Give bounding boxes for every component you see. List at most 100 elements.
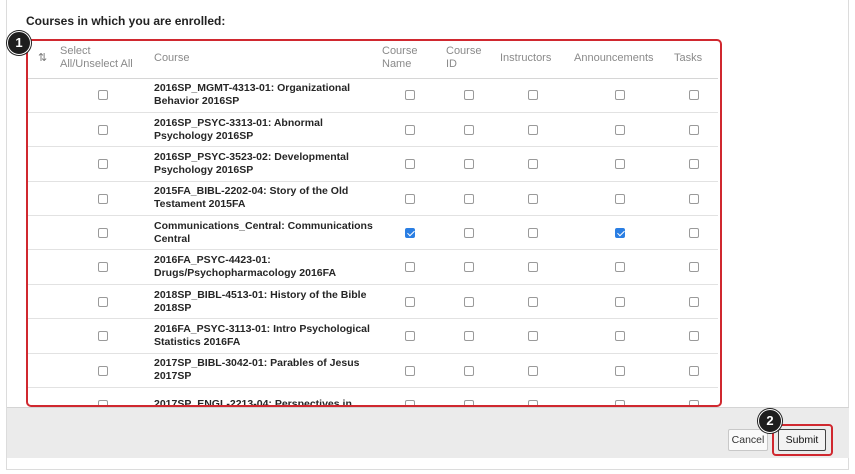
announcements-checkbox[interactable] — [615, 90, 625, 101]
instructors-checkbox[interactable] — [528, 227, 538, 238]
course-id-checkbox[interactable] — [464, 331, 474, 342]
select-checkbox[interactable] — [98, 227, 108, 238]
select-checkbox-cell — [56, 249, 150, 285]
select-checkbox-cell — [56, 318, 150, 354]
course-id-checkbox[interactable] — [464, 90, 474, 101]
instructors-checkbox[interactable] — [528, 331, 538, 342]
submit-button[interactable]: Submit — [778, 429, 826, 451]
cancel-button[interactable]: Cancel — [728, 429, 768, 451]
select-checkbox[interactable] — [98, 296, 108, 307]
course-id-checkbox[interactable] — [464, 227, 474, 238]
table-row: 2016FA_PSYC-3113-01: Intro Psychological… — [28, 318, 718, 354]
course-name-checkbox-cell — [378, 284, 442, 320]
course-name-checkbox[interactable] — [405, 193, 415, 204]
announcements-checkbox[interactable] — [615, 399, 625, 407]
instructors-checkbox[interactable] — [528, 296, 538, 307]
select-checkbox[interactable] — [98, 159, 108, 170]
course-name-checkbox[interactable] — [405, 399, 415, 407]
select-checkbox[interactable] — [98, 262, 108, 273]
course-name-checkbox-cell — [378, 78, 442, 113]
tasks-checkbox[interactable] — [689, 90, 699, 101]
instructors-checkbox-cell — [496, 387, 570, 407]
select-checkbox-cell — [56, 146, 150, 182]
announcements-checkbox[interactable] — [615, 193, 625, 204]
course-name-checkbox-cell — [378, 249, 442, 285]
announcements-checkbox[interactable] — [615, 159, 625, 170]
course-title: 2016FA_PSYC-4423-01: Drugs/Psychopharmac… — [150, 249, 378, 285]
tasks-checkbox[interactable] — [689, 193, 699, 204]
courses-table-container[interactable]: ⇅ Select All/Unselect All Course Course … — [26, 39, 722, 407]
tasks-checkbox[interactable] — [689, 124, 699, 135]
instructors-checkbox[interactable] — [528, 193, 538, 204]
course-title: 2016FA_PSYC-3113-01: Intro Psychological… — [150, 318, 378, 354]
sort-column-header[interactable]: ⇅ — [28, 39, 56, 79]
instructors-checkbox[interactable] — [528, 365, 538, 376]
instructors-checkbox[interactable] — [528, 262, 538, 273]
tasks-checkbox[interactable] — [689, 159, 699, 170]
course-id-checkbox[interactable] — [464, 296, 474, 307]
course-id-checkbox[interactable] — [464, 193, 474, 204]
sort-arrows-icon[interactable]: ⇅ — [32, 52, 47, 64]
course-name-checkbox[interactable] — [405, 159, 415, 170]
table-row: 2016SP_MGMT-4313-01: Organizational Beha… — [28, 78, 718, 113]
announcements-checkbox[interactable] — [615, 262, 625, 273]
select-checkbox[interactable] — [98, 365, 108, 376]
course-name-checkbox[interactable] — [405, 331, 415, 342]
course-name-checkbox[interactable] — [405, 365, 415, 376]
announcements-checkbox-cell — [570, 249, 670, 285]
select-checkbox[interactable] — [98, 124, 108, 135]
course-id-checkbox-cell — [442, 387, 496, 407]
course-title: Communications_Central: Communications C… — [150, 215, 378, 251]
instructors-checkbox[interactable] — [528, 159, 538, 170]
instructors-checkbox[interactable] — [528, 90, 538, 101]
select-all-header[interactable]: Select All/Unselect All — [56, 39, 150, 79]
announcements-checkbox-cell — [570, 181, 670, 217]
announcements-checkbox[interactable] — [615, 124, 625, 135]
announcements-header: Announcements — [570, 39, 670, 79]
announcements-checkbox[interactable] — [615, 296, 625, 307]
tasks-checkbox[interactable] — [689, 399, 699, 407]
row-spacer-cell — [28, 78, 56, 113]
course-id-checkbox[interactable] — [464, 159, 474, 170]
instructors-header: Instructors — [496, 39, 570, 79]
tasks-checkbox[interactable] — [689, 331, 699, 342]
select-checkbox[interactable] — [98, 90, 108, 101]
announcements-checkbox[interactable] — [615, 227, 625, 238]
course-name-checkbox-cell — [378, 318, 442, 354]
row-spacer-cell — [28, 215, 56, 251]
tasks-checkbox[interactable] — [689, 296, 699, 307]
course-id-checkbox[interactable] — [464, 124, 474, 135]
course-id-checkbox[interactable] — [464, 399, 474, 407]
tasks-checkbox[interactable] — [689, 227, 699, 238]
course-id-checkbox[interactable] — [464, 262, 474, 273]
course-id-checkbox-cell — [442, 249, 496, 285]
course-id-checkbox[interactable] — [464, 365, 474, 376]
tasks-checkbox[interactable] — [689, 262, 699, 273]
select-checkbox[interactable] — [98, 331, 108, 342]
select-checkbox[interactable] — [98, 193, 108, 204]
announcements-checkbox-cell — [570, 112, 670, 148]
announcements-checkbox-cell — [570, 215, 670, 251]
course-id-checkbox-cell — [442, 353, 496, 389]
tasks-checkbox[interactable] — [689, 365, 699, 376]
select-checkbox-cell — [56, 284, 150, 320]
course-name-checkbox[interactable] — [405, 296, 415, 307]
announcements-checkbox[interactable] — [615, 331, 625, 342]
course-name-checkbox[interactable] — [405, 262, 415, 273]
tasks-checkbox-cell — [670, 112, 718, 148]
select-checkbox[interactable] — [98, 399, 108, 407]
course-name-checkbox[interactable] — [405, 90, 415, 101]
instructors-checkbox[interactable] — [528, 124, 538, 135]
instructors-checkbox[interactable] — [528, 399, 538, 407]
table-row: 2016FA_PSYC-4423-01: Drugs/Psychopharmac… — [28, 249, 718, 285]
section-title: Courses in which you are enrolled: — [26, 14, 226, 28]
tasks-checkbox-cell — [670, 387, 718, 407]
announcements-checkbox[interactable] — [615, 365, 625, 376]
course-header: Course — [150, 39, 378, 79]
announcements-checkbox-cell — [570, 284, 670, 320]
course-name-checkbox[interactable] — [405, 227, 415, 238]
course-name-checkbox-cell — [378, 215, 442, 251]
select-checkbox-cell — [56, 387, 150, 407]
select-checkbox-cell — [56, 112, 150, 148]
course-name-checkbox[interactable] — [405, 124, 415, 135]
